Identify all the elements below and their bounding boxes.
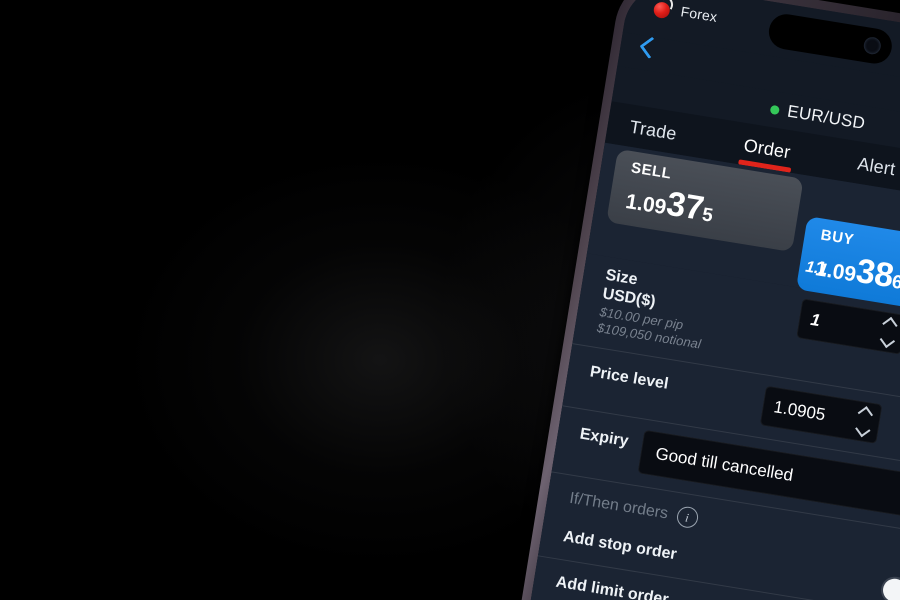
info-icon[interactable]: i (675, 505, 700, 530)
spread-value: 1.1 (804, 258, 829, 279)
chevron-down-icon[interactable] (880, 332, 896, 349)
phone-screen: Forex EUR/USD Trade Order Alert SELL 1.0… (522, 0, 900, 600)
cherry-icon (652, 0, 676, 20)
price-level-stepper[interactable]: 1.0905 (759, 385, 883, 444)
price-level-label: Price level (588, 363, 670, 393)
order-form: Size USD($) $10.00 per pip $109,050 noti… (522, 253, 900, 600)
app-screen: Forex EUR/USD Trade Order Alert SELL 1.0… (522, 0, 900, 600)
add-limit-order-label: Add limit order (554, 573, 670, 600)
sell-price-small: 1.09 (623, 189, 668, 220)
phone-device: Forex EUR/USD Trade Order Alert SELL 1.0… (512, 0, 900, 600)
sell-price-tiny: 5 (700, 204, 715, 227)
front-camera-icon (862, 35, 883, 56)
expiry-label: Expiry (578, 425, 630, 451)
size-stepper-arrows[interactable] (880, 317, 899, 349)
size-value: 1 (809, 309, 822, 331)
sell-price-big: 37 (663, 184, 707, 229)
size-stepper[interactable]: 1 (796, 298, 900, 355)
chevron-up-icon[interactable] (857, 406, 874, 422)
screenshot-stage: Forex EUR/USD Trade Order Alert SELL 1.0… (0, 0, 900, 600)
page-title: EUR/USD (785, 101, 867, 133)
back-chevron-icon[interactable] (639, 36, 662, 59)
market-open-dot-icon (769, 104, 781, 115)
add-stop-order-label: Add stop order (562, 527, 678, 563)
chevron-up-icon[interactable] (882, 317, 899, 333)
add-stop-order-toggle[interactable] (879, 574, 900, 600)
price-level-value: 1.0905 (772, 397, 827, 425)
price-level-stepper-arrows[interactable] (855, 406, 874, 438)
buy-price-big: 38 (853, 251, 896, 296)
size-info: Size USD($) $10.00 per pip $109,050 noti… (596, 267, 711, 352)
status-bar-app: Forex (652, 0, 719, 27)
chevron-down-icon[interactable] (855, 421, 871, 438)
status-bar-app-name: Forex (679, 2, 719, 25)
expiry-value: Good till cancelled (654, 443, 795, 485)
